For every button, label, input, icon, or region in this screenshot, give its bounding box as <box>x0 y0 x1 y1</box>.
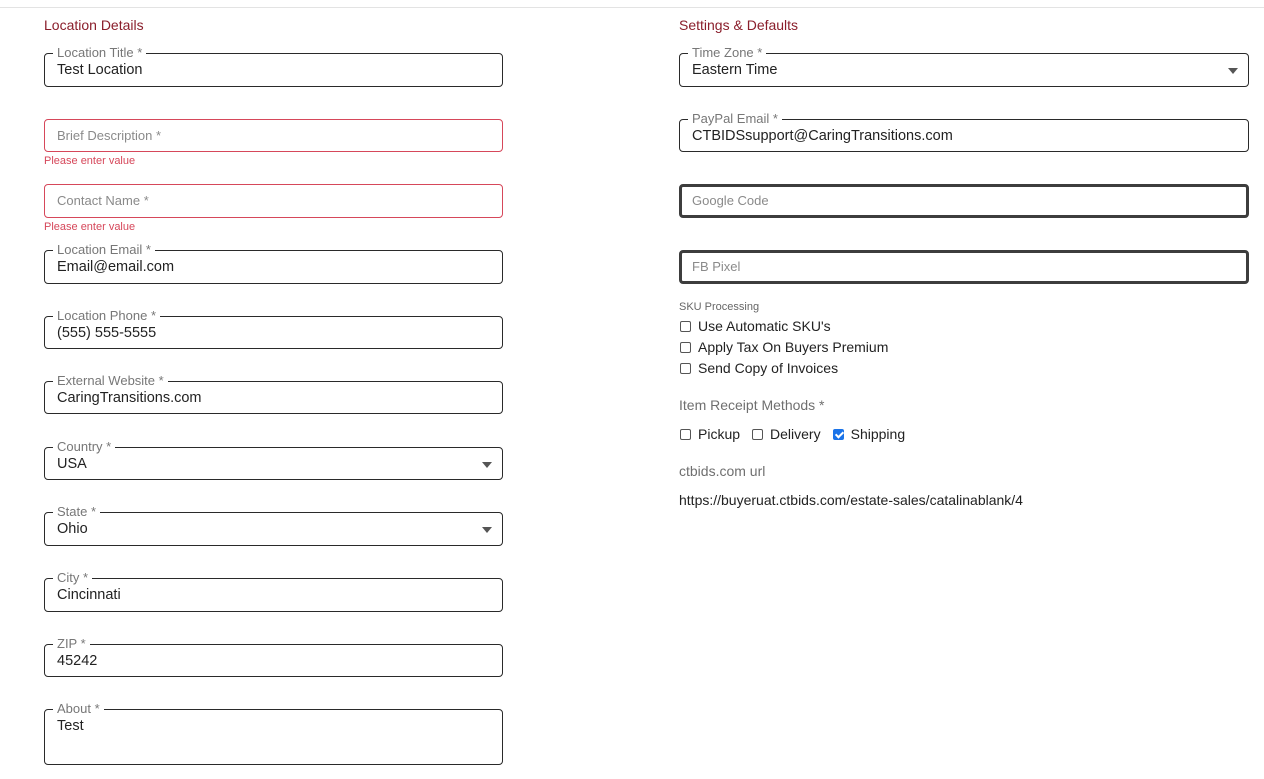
sku-processing-label: SKU Processing <box>679 301 760 313</box>
paypal-email-value: CTBIDSsupport@CaringTransitions.com <box>692 128 953 144</box>
about-value: Test <box>57 718 84 734</box>
city-label: City * <box>53 570 93 586</box>
location-email-value: Email@email.com <box>57 259 175 275</box>
about-label: About * <box>53 701 104 717</box>
location-title-value: Test Location <box>57 62 143 78</box>
location-email-field[interactable]: Location Email * Email@email.com <box>44 242 503 284</box>
location-title-label: Location Title * <box>53 45 147 61</box>
brief-description-placeholder: Brief Description * <box>57 128 162 143</box>
location-phone-label: Location Phone * <box>53 308 161 324</box>
external-website-value: CaringTransitions.com <box>57 390 202 406</box>
contact-name-field[interactable]: Contact Name * <box>44 184 503 218</box>
external-website-label: External Website * <box>53 373 168 389</box>
sku-option-automatic[interactable]: Use Automatic SKU's <box>680 318 831 334</box>
chevron-down-icon <box>482 462 492 468</box>
fb-pixel-placeholder: FB Pixel <box>692 259 741 274</box>
paypal-email-field[interactable]: PayPal Email * CTBIDSsupport@CaringTrans… <box>679 111 1249 152</box>
checkbox[interactable] <box>680 341 691 353</box>
receipt-methods-label: Item Receipt Methods * <box>679 397 825 413</box>
settings-defaults-title: Settings & Defaults <box>679 17 799 33</box>
zip-label: ZIP * <box>53 636 90 652</box>
receipt-methods-group: Pickup Delivery Shipping <box>680 426 917 442</box>
sku-option-invoices[interactable]: Send Copy of Invoices <box>680 360 838 376</box>
receipt-option-label: Shipping <box>850 426 906 442</box>
ctbids-url-value[interactable]: https://buyeruat.ctbids.com/estate-sales… <box>679 492 1023 508</box>
state-value: Ohio <box>57 521 88 537</box>
zip-field[interactable]: ZIP * 45242 <box>44 636 503 677</box>
time-zone-value: Eastern Time <box>692 62 778 78</box>
sku-option-label: Apply Tax On Buyers Premium <box>698 339 889 355</box>
about-textarea[interactable]: About * Test <box>44 701 503 765</box>
time-zone-label: Time Zone * <box>688 45 767 61</box>
location-email-label: Location Email * <box>53 242 155 258</box>
checkbox[interactable] <box>680 320 691 332</box>
external-website-field[interactable]: External Website * CaringTransitions.com <box>44 373 503 414</box>
location-title-field[interactable]: Location Title * Test Location <box>44 45 503 87</box>
receipt-option-pickup[interactable]: Pickup <box>680 426 740 442</box>
contact-name-error: Please enter value <box>44 221 136 233</box>
paypal-email-label: PayPal Email * <box>688 111 782 127</box>
country-value: USA <box>57 456 87 472</box>
zip-value: 45242 <box>57 653 98 669</box>
state-select[interactable]: State * Ohio <box>44 504 503 546</box>
sku-option-label: Use Automatic SKU's <box>698 318 831 334</box>
top-divider <box>0 7 1264 8</box>
contact-name-placeholder: Contact Name * <box>57 193 149 208</box>
checkbox[interactable] <box>752 428 764 440</box>
checkbox[interactable] <box>680 362 691 374</box>
state-label: State * <box>53 504 101 520</box>
sku-option-label: Send Copy of Invoices <box>698 360 839 376</box>
sku-option-tax[interactable]: Apply Tax On Buyers Premium <box>680 339 888 355</box>
chevron-down-icon <box>1228 68 1238 74</box>
country-select[interactable]: Country * USA <box>44 439 503 480</box>
receipt-option-delivery[interactable]: Delivery <box>752 426 821 442</box>
ctbids-url-label: ctbids.com url <box>679 463 766 479</box>
checkbox[interactable] <box>680 428 691 440</box>
country-label: Country * <box>53 439 116 455</box>
time-zone-select[interactable]: Time Zone * Eastern Time <box>679 45 1249 87</box>
google-code-field[interactable]: Google Code <box>679 184 1249 218</box>
receipt-option-shipping[interactable]: Shipping <box>832 426 906 442</box>
location-details-title: Location Details <box>44 17 144 33</box>
city-value: Cincinnati <box>57 587 121 603</box>
receipt-option-label: Delivery <box>770 426 821 442</box>
location-phone-field[interactable]: Location Phone * (555) 555-5555 <box>44 308 503 349</box>
city-field[interactable]: City * Cincinnati <box>44 570 503 612</box>
receipt-option-label: Pickup <box>698 426 741 442</box>
chevron-down-icon <box>482 527 492 533</box>
brief-description-field[interactable]: Brief Description * <box>44 119 503 152</box>
google-code-placeholder: Google Code <box>692 193 769 208</box>
location-phone-value: (555) 555-5555 <box>57 325 157 341</box>
brief-description-error: Please enter value <box>44 155 136 167</box>
fb-pixel-field[interactable]: FB Pixel <box>679 250 1249 284</box>
checkbox-checked[interactable] <box>832 428 844 440</box>
